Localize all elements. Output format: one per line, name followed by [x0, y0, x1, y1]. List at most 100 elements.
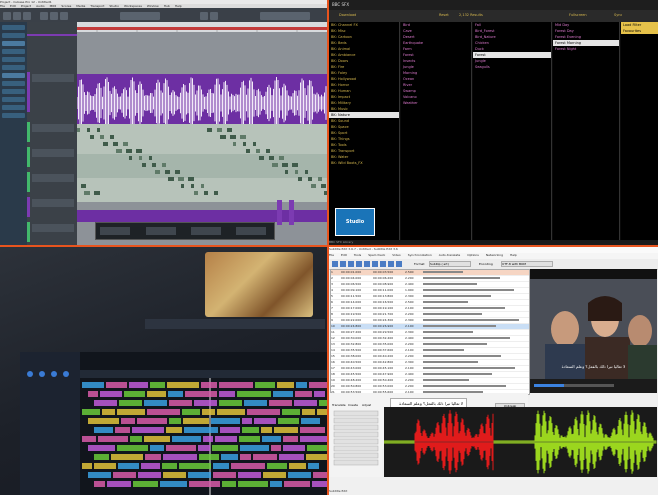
audio-waveform[interactable]: [383, 407, 657, 477]
midi-note: [217, 128, 222, 132]
table-cell: 00:00:04.000: [341, 276, 362, 280]
table-cell: 00:00:01.000: [341, 270, 362, 274]
table-cell: 15: [331, 354, 335, 358]
sfx-variant-list[interactable]: Mid Day Forest Day Forest Evening Forest Mo…: [553, 22, 620, 240]
se-menu-item[interactable]: Edit: [341, 253, 347, 257]
timeline-clip: [100, 391, 122, 397]
timeline-clip: [107, 481, 131, 487]
midi-note: [201, 184, 204, 188]
daw-ruler[interactable]: [77, 22, 327, 37]
sfx-sync-button[interactable]: Sync: [614, 13, 622, 17]
timeline-clip: [172, 436, 201, 442]
timeline-clip: [82, 382, 104, 388]
daw-transport-bar[interactable]: [95, 222, 275, 240]
midi-note: [220, 135, 226, 139]
se-menu-item[interactable]: Help: [510, 253, 517, 257]
midi-note: [126, 149, 132, 153]
table-cell: 2.100: [405, 306, 414, 310]
timeline-clip: [300, 436, 327, 442]
sfx-fullscreen-button[interactable]: Fullscreen: [569, 13, 587, 17]
table-cell: 2.300: [405, 318, 414, 322]
table-cell: 2: [331, 276, 333, 280]
table-cell: 00:00:50.400: [373, 378, 394, 382]
midi-note: [149, 156, 152, 160]
table-cell: 00:00:27.200: [341, 330, 362, 334]
table-cell: 2.300: [405, 360, 414, 364]
timeline-clip: [147, 409, 180, 415]
timeline-clip: [240, 454, 251, 460]
tab-translate[interactable]: Translate: [332, 403, 346, 407]
se-menu-item[interactable]: Networking: [486, 253, 503, 257]
table-cell: 00:00:19.500: [341, 312, 362, 316]
sfx-type-list[interactable]: Fall Bird_Forest Bird_Nature Chicken Duck For…: [473, 22, 552, 240]
table-cell: 16: [331, 360, 335, 364]
subtitle-grid[interactable]: 1 00:00:01.000 00:00:03.500 2.500 2 00:00:04.…: [330, 269, 530, 402]
timeline-clip: [94, 481, 105, 487]
tab-adjust[interactable]: Adjust: [362, 403, 371, 407]
timeline-clip: [150, 445, 164, 451]
encoding-dropdown[interactable]: UTF-8 with BOM: [501, 261, 553, 267]
timeline-clip: [117, 445, 148, 451]
table-cell: 00:00:47.900: [373, 372, 394, 376]
tab-create[interactable]: Create: [348, 403, 358, 407]
se-menu-item[interactable]: File: [329, 253, 334, 257]
timeline-clip: [278, 418, 299, 424]
timeline-clip: [213, 472, 236, 478]
row-text-bar: [423, 289, 514, 291]
table-cell: 9: [331, 318, 333, 322]
se-menu-item[interactable]: Tools: [354, 253, 361, 257]
sfx-results-count: 2,132 Results: [459, 13, 483, 17]
timeline-clip: [94, 400, 117, 406]
se-menu-item[interactable]: Video: [392, 253, 400, 257]
timeline-clip: [317, 409, 327, 415]
timeline-clip: [201, 382, 217, 388]
daw-track-list[interactable]: [27, 22, 77, 245]
sfx-browser-panel: BBC SFX Download Reset 2,132 Results Ful…: [329, 0, 658, 245]
sfx-list-item[interactable]: BK: Wild Boots_FX: [329, 160, 399, 166]
midi-note: [230, 135, 236, 139]
timeline-clip: [267, 463, 287, 469]
timeline-clip: [199, 454, 219, 460]
midi-note: [305, 170, 308, 174]
midi-note: [77, 128, 80, 132]
sfx-subcategory-list[interactable]: Bird Cave Desert Earthquake Farm Forest Insect…: [401, 22, 472, 240]
timeline-clip: [88, 445, 115, 451]
se-menu-item[interactable]: Auto-translate: [439, 253, 461, 257]
sfx-list-item[interactable]: Weather: [401, 100, 471, 106]
video-player[interactable]: لا تعاليا تبرا ذلك بالفعل؟ وعلم السعادة: [530, 269, 657, 393]
sfx-list-item[interactable]: Load Filter Favourites: [621, 22, 658, 34]
midi-note: [243, 142, 246, 146]
row-text-bar: [423, 319, 519, 321]
timeline-clip: [273, 391, 293, 397]
daw-inspector[interactable]: [0, 22, 27, 245]
format-dropdown[interactable]: SubRip (.srt): [429, 261, 471, 267]
timeline-clip: [167, 382, 199, 388]
se-menu-item[interactable]: Spell check: [368, 253, 385, 257]
midi-note: [181, 184, 184, 188]
timeline-clip: [184, 427, 218, 433]
sfx-list-item[interactable]: Forest Night: [553, 46, 619, 52]
timeline-clip: [106, 382, 127, 388]
row-text-bar: [423, 361, 478, 363]
midi-note: [324, 191, 327, 195]
table-cell: 14: [331, 348, 335, 352]
midi-note: [94, 191, 100, 195]
table-cell: 00:00:45.100: [373, 366, 394, 370]
se-status-bar: Subtitle Edit: [329, 489, 658, 495]
sfx-reset-button[interactable]: Reset: [439, 13, 449, 17]
se-menu-item[interactable]: Synchronization: [408, 253, 432, 257]
midi-note: [214, 191, 218, 195]
sfx-download-button[interactable]: Download: [339, 13, 356, 17]
table-cell: 13: [331, 342, 335, 346]
se-menu-item[interactable]: Options: [467, 253, 479, 257]
sfx-favourites-list[interactable]: Load Filter Favourites: [621, 22, 658, 240]
timeline-clip: [179, 463, 211, 469]
timeline-clip: [295, 391, 312, 397]
studio-logo: Studio: [335, 208, 375, 236]
daw-arrange-window[interactable]: [76, 32, 327, 245]
table-cell: 8: [331, 312, 333, 316]
table-cell: 00:00:38.000: [341, 354, 362, 358]
timeline-clip: [238, 481, 268, 487]
timeline-clip: [306, 454, 327, 460]
sfx-list-item[interactable]: Seagulls: [473, 64, 551, 70]
